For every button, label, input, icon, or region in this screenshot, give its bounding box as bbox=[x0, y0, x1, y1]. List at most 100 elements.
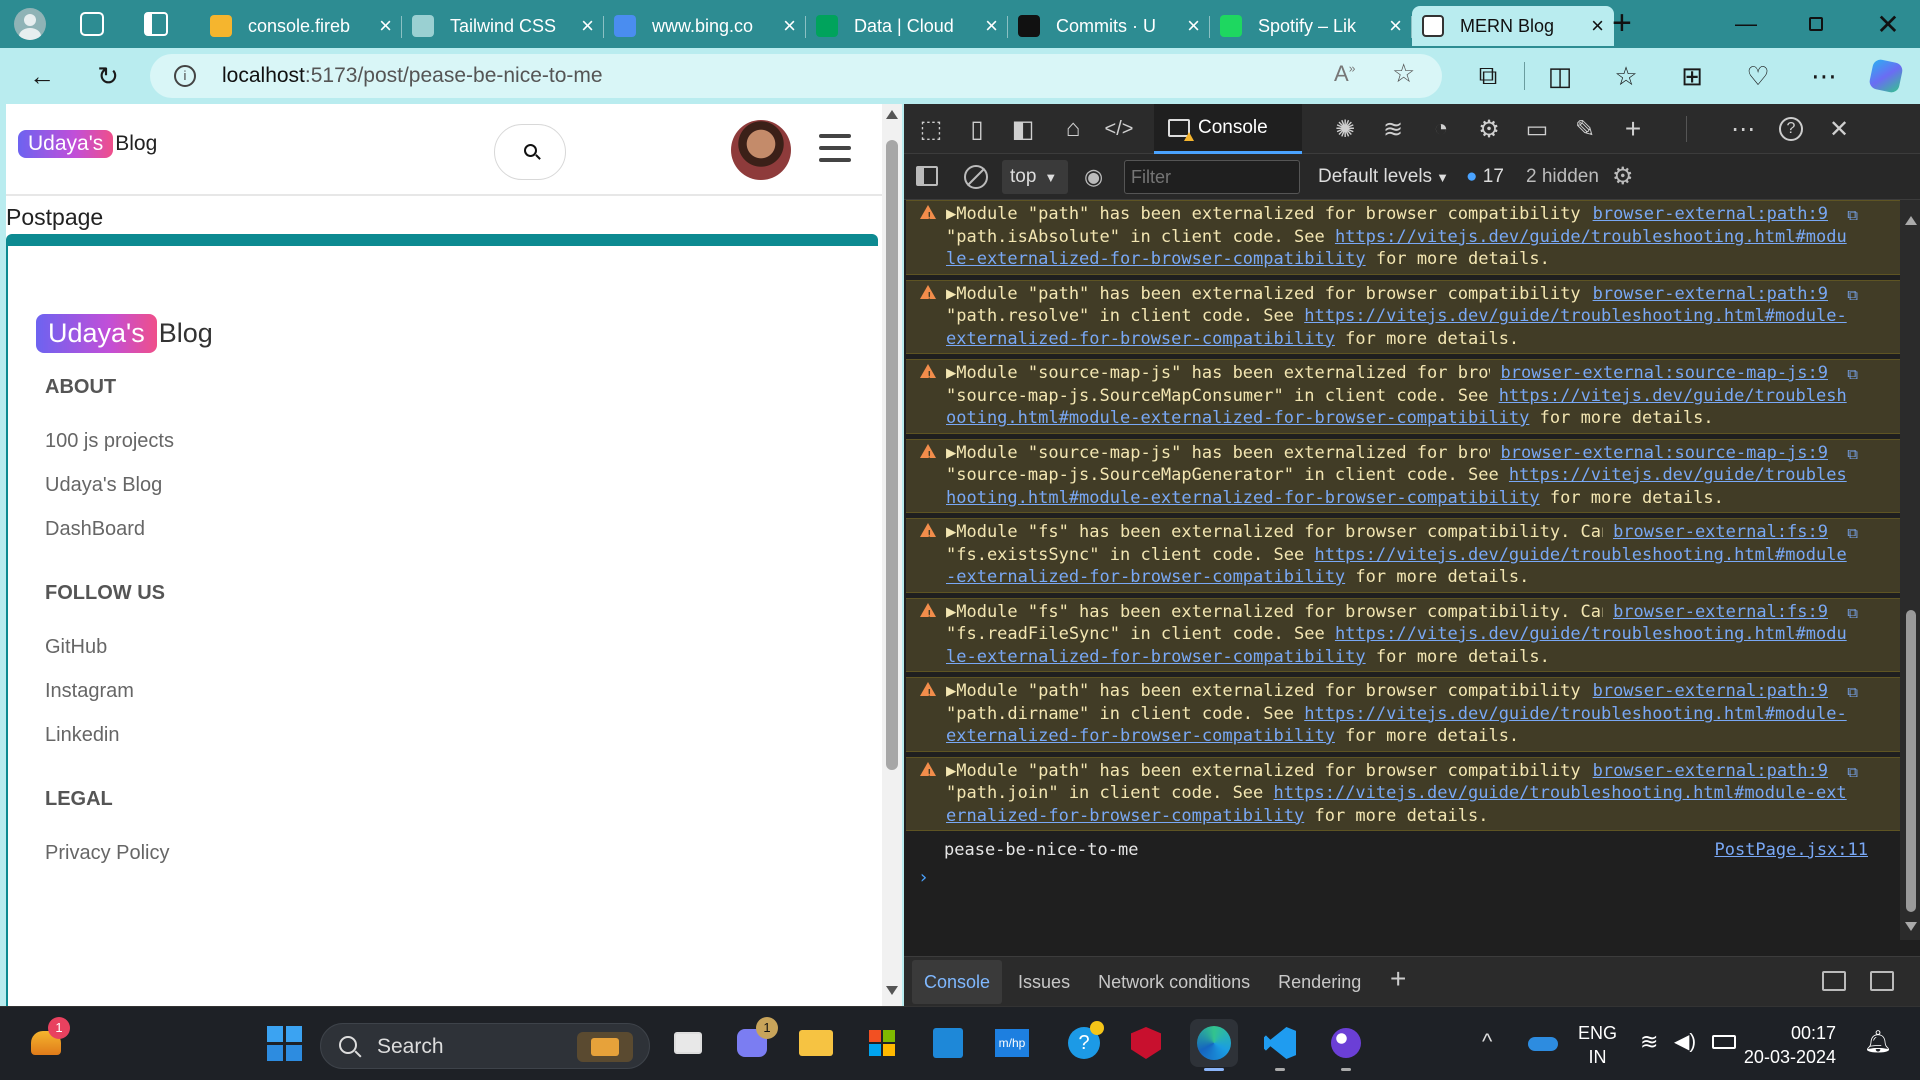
inspect-element-icon[interactable]: ⬚ bbox=[914, 112, 948, 146]
page-scrollbar[interactable] bbox=[882, 104, 902, 1006]
favorite-star-icon[interactable]: ☆ bbox=[1392, 58, 1415, 89]
context-selector[interactable]: top ▼ bbox=[1002, 160, 1068, 194]
console-warning-message[interactable]: ▶Module "source-map-js" has been externa… bbox=[906, 438, 1900, 513]
hamburger-menu-icon[interactable] bbox=[819, 134, 851, 162]
add-tool-icon[interactable]: + bbox=[1616, 112, 1650, 146]
user-avatar[interactable] bbox=[731, 120, 791, 180]
close-tab-icon[interactable]: × bbox=[783, 13, 796, 39]
source-location-link[interactable]: browser-external:fs:9 bbox=[1603, 600, 1828, 623]
browser-tab[interactable]: Spotify – Lik × bbox=[1210, 6, 1412, 46]
vscode-icon[interactable] bbox=[1256, 1019, 1304, 1071]
live-expression-eye-icon[interactable]: ◉ bbox=[1084, 164, 1103, 190]
browser-tab[interactable]: www.bing.co × bbox=[604, 6, 806, 46]
help-icon[interactable]: ? bbox=[1774, 112, 1808, 146]
vertical-tabs-icon[interactable] bbox=[144, 12, 168, 36]
new-tab-button[interactable]: + bbox=[1612, 4, 1632, 43]
close-devtools-icon[interactable]: ✕ bbox=[1822, 112, 1856, 146]
copilot-explain-icon[interactable]: ⧉ bbox=[1847, 761, 1858, 784]
support-assistant-icon[interactable]: ? bbox=[1060, 1019, 1108, 1067]
console-warning-message[interactable]: ▶Module "path" has been externalized for… bbox=[906, 756, 1900, 831]
close-tab-icon[interactable]: × bbox=[1389, 13, 1402, 39]
windows-start-icon[interactable] bbox=[260, 1019, 308, 1067]
volume-icon[interactable]: ◀) bbox=[1674, 1029, 1696, 1054]
console-warning-message[interactable]: ▶Module "path" has been externalized for… bbox=[906, 279, 1900, 354]
more-menu-icon[interactable]: ⋯ bbox=[1804, 56, 1844, 96]
notification-bell-icon[interactable]: 🔔︎ bbox=[1864, 1029, 1892, 1055]
source-location-link[interactable]: browser-external:path:9 bbox=[1582, 680, 1828, 703]
refresh-icon[interactable]: ↻ bbox=[88, 56, 128, 96]
copilot-explain-icon[interactable]: ⧉ bbox=[1847, 522, 1858, 545]
address-bar[interactable]: i localhost:5173/post/pease-be-nice-to-m… bbox=[150, 54, 1442, 98]
drawer-tab[interactable]: Console bbox=[912, 960, 1003, 1004]
minimize-button[interactable]: — bbox=[1718, 0, 1774, 48]
paintbrush-icon[interactable]: ✎ bbox=[1568, 112, 1602, 146]
copilot-explain-icon[interactable]: ⧉ bbox=[1847, 363, 1858, 386]
log-levels-dropdown[interactable]: Default levels ▼ bbox=[1318, 166, 1449, 188]
microsoft-store-icon[interactable] bbox=[858, 1019, 906, 1067]
close-tab-icon[interactable]: × bbox=[985, 13, 998, 39]
sources-bug-icon[interactable]: ✺ bbox=[1328, 112, 1362, 146]
split-screen-icon[interactable]: ◫ bbox=[1540, 56, 1580, 96]
dock-side-icon[interactable]: ◧ bbox=[1006, 112, 1040, 146]
close-tab-icon[interactable]: × bbox=[1187, 13, 1200, 39]
mylearning-app-icon[interactable]: m/hp bbox=[988, 1019, 1036, 1067]
source-location-link[interactable]: browser-external:path:9 bbox=[1582, 759, 1828, 782]
page-scrollbar-thumb[interactable] bbox=[886, 140, 898, 770]
console-warning-message[interactable]: ▶Module "path" has been externalized for… bbox=[906, 677, 1900, 752]
edge-browser-icon[interactable] bbox=[1190, 1019, 1238, 1071]
extensions-icon[interactable]: ⧉ bbox=[1468, 56, 1508, 96]
sidebar-link[interactable]: Udaya's Blog bbox=[45, 474, 162, 497]
copilot-explain-icon[interactable]: ⧉ bbox=[1847, 681, 1858, 704]
browser-tab[interactable]: Data | Cloud × bbox=[806, 6, 1008, 46]
favorites-icon[interactable]: ☆ bbox=[1606, 56, 1646, 96]
source-location-link[interactable]: browser-external:source-map-js:9 bbox=[1490, 362, 1828, 385]
sidebar-link[interactable]: 100 js projects bbox=[45, 430, 174, 453]
console-prompt-icon[interactable]: › bbox=[904, 864, 1900, 890]
file-explorer-icon[interactable] bbox=[792, 1019, 840, 1067]
copilot-explain-icon[interactable]: ⧉ bbox=[1847, 204, 1858, 227]
clear-console-icon[interactable] bbox=[964, 165, 988, 189]
browser-tab[interactable]: Commits · U × bbox=[1008, 6, 1210, 46]
search-button[interactable] bbox=[494, 124, 566, 180]
sidebar-link[interactable]: Instagram bbox=[45, 680, 134, 703]
drawer-tab[interactable]: Rendering bbox=[1266, 960, 1373, 1004]
profile-avatar-icon[interactable] bbox=[14, 8, 46, 40]
weather-widget-icon[interactable]: 1 bbox=[22, 1017, 70, 1067]
memory-icon[interactable]: ⚙ bbox=[1472, 112, 1506, 146]
header-logo[interactable]: Udaya's Blog bbox=[18, 130, 157, 158]
device-emulation-icon[interactable]: ▯ bbox=[960, 112, 994, 146]
browser-essentials-icon[interactable]: ♡ bbox=[1738, 56, 1778, 96]
language-indicator[interactable]: ENG IN bbox=[1578, 1021, 1617, 1069]
sidebar-link[interactable]: Linkedin bbox=[45, 724, 120, 747]
read-aloud-icon[interactable]: A» bbox=[1334, 61, 1355, 87]
close-drawer-icon[interactable] bbox=[1870, 971, 1894, 991]
copilot-explain-icon[interactable]: ⧉ bbox=[1847, 443, 1858, 466]
copilot-explain-icon[interactable]: ⧉ bbox=[1847, 284, 1858, 307]
mcafee-icon[interactable] bbox=[1122, 1019, 1170, 1067]
welcome-home-icon[interactable]: ⌂ bbox=[1056, 112, 1090, 146]
console-scrollbar[interactable] bbox=[1900, 200, 1920, 940]
sidebar-link[interactable]: GitHub bbox=[45, 636, 107, 659]
dock-drawer-icon[interactable] bbox=[1822, 971, 1846, 991]
app-blue-icon[interactable] bbox=[924, 1019, 972, 1067]
drawer-tab[interactable]: Issues bbox=[1006, 960, 1082, 1004]
browser-tab[interactable]: console.fireb × bbox=[200, 6, 402, 46]
close-window-button[interactable]: ✕ bbox=[1860, 0, 1916, 48]
sidebar-logo[interactable]: Udaya's Blog bbox=[36, 314, 213, 353]
sidebar-toggle-icon[interactable] bbox=[916, 166, 938, 186]
console-scrollbar-thumb[interactable] bbox=[1906, 610, 1916, 912]
console-filter-input[interactable] bbox=[1124, 160, 1300, 194]
close-tab-icon[interactable]: × bbox=[1591, 13, 1604, 39]
message-count-badge[interactable]: ● 17 bbox=[1466, 166, 1504, 188]
network-wifi-icon[interactable]: ≋ bbox=[1376, 112, 1410, 146]
back-arrow-icon[interactable]: ← bbox=[22, 56, 62, 96]
source-location-link[interactable]: browser-external:fs:9 bbox=[1603, 521, 1828, 544]
performance-gauge-icon[interactable]: ◔ bbox=[1424, 112, 1458, 146]
workspaces-icon[interactable] bbox=[80, 12, 104, 36]
collections-icon[interactable]: ⊞ bbox=[1672, 56, 1712, 96]
browser-tab[interactable]: Tailwind CSS × bbox=[402, 6, 604, 46]
browser-tab[interactable]: MERN Blog × bbox=[1412, 6, 1614, 46]
show-hidden-icons-chevron[interactable]: ^ bbox=[1482, 1029, 1492, 1055]
battery-icon[interactable] bbox=[1712, 1035, 1736, 1049]
teams-chat-icon[interactable]: 1 bbox=[728, 1017, 778, 1067]
